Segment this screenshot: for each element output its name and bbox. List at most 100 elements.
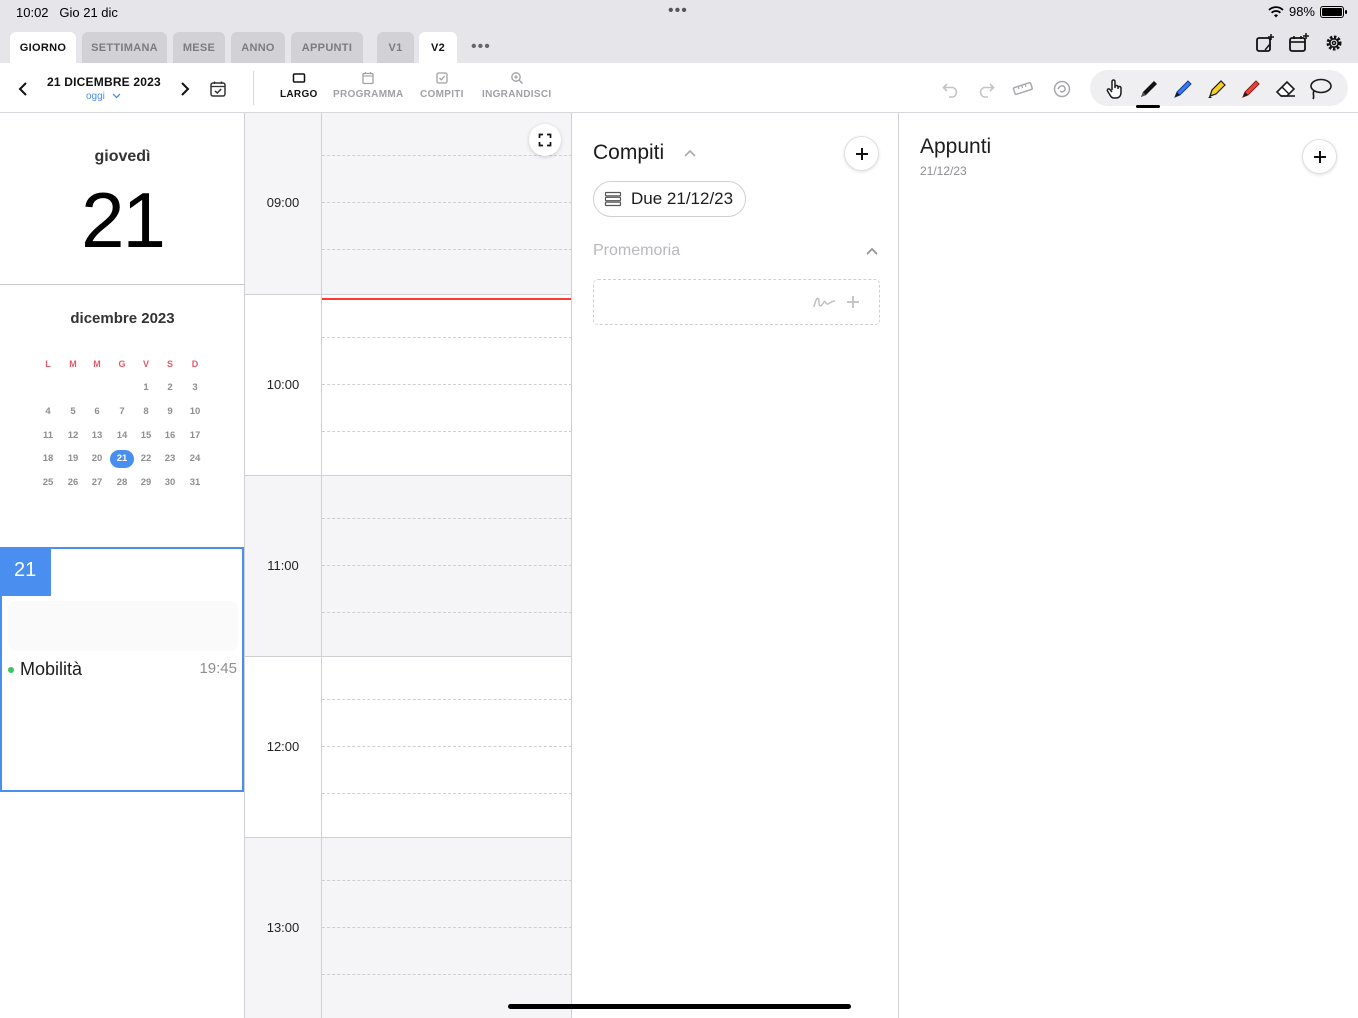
day-sidebar: giovedì 21 dicembre 2023 LMMGVSD12345678… [0, 113, 245, 1018]
calendar-day[interactable]: 19 [61, 450, 85, 468]
calendar-day[interactable]: 31 [183, 474, 207, 492]
mode-ingrandisci-button[interactable]: INGRANDISCI [482, 71, 551, 100]
pen-red-icon[interactable] [1238, 76, 1264, 102]
calendar-day[interactable]: 14 [110, 427, 134, 445]
current-time-line [322, 298, 571, 300]
calendar-day[interactable]: 5 [61, 403, 85, 421]
plus-icon [855, 147, 868, 160]
new-note-icon[interactable] [1254, 32, 1276, 54]
calendar-day[interactable]: 2 [158, 379, 182, 397]
calendar-day[interactable]: 1 [134, 379, 158, 397]
tab-giorno[interactable]: GIORNO [10, 32, 76, 63]
home-indicator[interactable] [508, 1004, 851, 1009]
calendar-day[interactable]: 18 [36, 450, 60, 468]
eraser-icon[interactable] [1273, 76, 1299, 102]
calendar-day[interactable]: 8 [134, 403, 158, 421]
chevron-up-icon[interactable] [865, 246, 879, 256]
chevron-up-icon[interactable] [683, 148, 697, 158]
calendar-day[interactable]: 11 [36, 427, 60, 445]
calendar-day[interactable]: 17 [183, 427, 207, 445]
calendar-day[interactable]: 16 [158, 427, 182, 445]
calendar-day[interactable]: 24 [183, 450, 207, 468]
mini-calendar-title[interactable]: dicembre 2023 [0, 310, 245, 327]
day-badge: 21 [0, 547, 51, 596]
mode-programma-button[interactable]: PROGRAMMA [333, 71, 403, 100]
mode-largo-button[interactable]: LARGO [280, 71, 318, 100]
shape-recognition-icon[interactable] [1051, 78, 1073, 100]
ruler-icon[interactable] [1012, 79, 1034, 99]
calendar-day[interactable]: 29 [134, 474, 158, 492]
hand-pointer-icon[interactable] [1104, 77, 1126, 101]
due-date-chip[interactable]: Due 21/12/23 [593, 181, 747, 217]
hour-slot[interactable]: 10:00 [245, 294, 571, 475]
layout-wide-icon [292, 73, 306, 83]
multitasking-dots-icon[interactable]: ••• [668, 2, 688, 20]
status-time: 10:02 Gio 21 dic [16, 5, 118, 20]
chevron-left-icon[interactable] [17, 81, 29, 97]
fullscreen-button[interactable] [529, 124, 561, 156]
plus-icon[interactable] [845, 294, 861, 310]
add-reminder-area[interactable] [593, 279, 880, 325]
quarter-hour-line [322, 249, 571, 250]
calendar-check-icon[interactable] [209, 80, 227, 98]
highlighter-yellow-icon[interactable] [1204, 76, 1230, 102]
calendar-day[interactable]: 7 [110, 403, 134, 421]
hour-slot[interactable]: 09:00 [245, 113, 571, 294]
calendar-day[interactable]: 12 [61, 427, 85, 445]
calendar-day[interactable]: 22 [134, 450, 158, 468]
chevron-right-icon[interactable] [179, 81, 191, 97]
add-task-button[interactable] [844, 136, 879, 171]
calendar-icon [362, 72, 374, 85]
calendar-day[interactable]: 6 [85, 403, 109, 421]
new-calendar-icon[interactable] [1288, 32, 1310, 54]
today-button[interactable]: oggi [86, 91, 121, 102]
calendar-day[interactable]: 28 [110, 474, 134, 492]
calendar-day[interactable]: 4 [36, 403, 60, 421]
battery-percentage: 98% [1288, 4, 1315, 19]
lasso-icon[interactable] [1306, 76, 1334, 102]
calendar-day[interactable]: 3 [183, 379, 207, 397]
more-tabs-icon[interactable]: ••• [471, 38, 491, 56]
tab-anno[interactable]: ANNO [231, 32, 285, 63]
tab-v2[interactable]: V2 [419, 32, 457, 63]
mode-compiti-button[interactable]: COMPITI [420, 71, 464, 100]
calendar-day[interactable]: 23 [158, 450, 182, 468]
handwriting-icon[interactable] [812, 293, 838, 311]
hour-slot[interactable]: 12:00 [245, 656, 571, 837]
tab-v1[interactable]: V1 [377, 32, 414, 63]
calendar-day[interactable]: 9 [158, 403, 182, 421]
selected-tool-indicator [1136, 105, 1160, 108]
hour-label: 10:00 [266, 377, 300, 392]
weekday-header: V [142, 359, 149, 369]
tab-settimana[interactable]: SETTIMANA [82, 32, 167, 63]
calendar-day[interactable]: 20 [85, 450, 109, 468]
tab-mese[interactable]: MESE [173, 32, 225, 63]
calendar-day[interactable]: 10 [183, 403, 207, 421]
hour-gutter-divider [321, 476, 322, 656]
current-date-title[interactable]: 21 DICEMBRE 2023 [47, 75, 161, 89]
weekday-header: S [166, 359, 173, 369]
calendar-day[interactable]: 15 [134, 427, 158, 445]
add-note-button[interactable] [1302, 139, 1337, 174]
hour-label: 12:00 [266, 739, 300, 754]
event-title[interactable]: Mobilità [20, 659, 82, 680]
calendar-day[interactable]: 13 [85, 427, 109, 445]
hour-slot[interactable]: 13:00 [245, 837, 571, 1018]
day-timeline[interactable]: 09:00 10:00 11:00 12:00 13:00 [245, 113, 572, 1018]
hour-slot[interactable]: 11:00 [245, 475, 571, 656]
pen-blue-icon[interactable] [1170, 76, 1196, 102]
undo-icon[interactable] [941, 79, 961, 99]
quarter-hour-line [322, 155, 571, 156]
calendar-day[interactable]: 27 [85, 474, 109, 492]
tab-appunti[interactable]: APPUNTI [291, 32, 363, 63]
settings-gear-icon[interactable] [1323, 32, 1345, 54]
hour-gutter-divider [321, 295, 322, 475]
day-events-card[interactable]: 21 Mobilità 19:45 [0, 547, 244, 792]
pen-black-icon[interactable] [1136, 76, 1162, 102]
weekday-header: D [191, 359, 199, 369]
redo-icon[interactable] [976, 79, 996, 99]
calendar-day[interactable]: 25 [36, 474, 60, 492]
calendar-day-selected[interactable]: 21 [110, 450, 134, 469]
calendar-day[interactable]: 26 [61, 474, 85, 492]
calendar-day[interactable]: 30 [158, 474, 182, 492]
